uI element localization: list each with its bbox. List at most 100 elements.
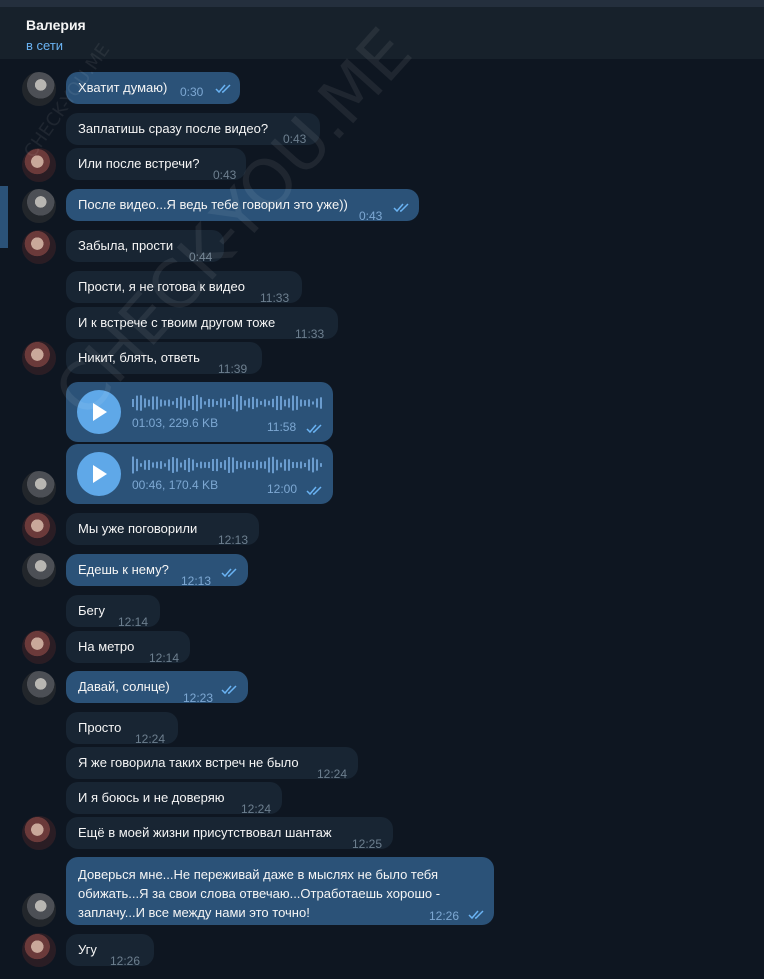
avatar[interactable] <box>22 72 56 106</box>
message-time: 11:58 <box>267 420 297 434</box>
waveform-bar <box>288 398 290 408</box>
message-bubble[interactable]: И к встрече с твоим другом тоже 11:33 <box>66 307 338 341</box>
message-bubble[interactable]: Хватит думаю) 0:30 <box>66 72 240 104</box>
double-check-icon <box>468 910 484 920</box>
waveform-bar <box>220 462 222 468</box>
message-bubble[interactable]: И я боюсь и не доверяю 12:24 <box>66 782 282 816</box>
waveform-bar <box>232 396 234 410</box>
avatar[interactable] <box>22 893 56 927</box>
message-bubble[interactable]: Давай, солнце) 12:23 <box>66 671 248 705</box>
message-bubble[interactable]: Доверься мне...Не переживай даже в мысля… <box>66 857 494 925</box>
waveform-bar <box>180 462 182 468</box>
waveform-bar <box>180 396 182 410</box>
message-time: 11:33 <box>295 327 325 341</box>
waveform-bar <box>248 462 250 468</box>
waveform-bar <box>192 459 194 471</box>
chat-header[interactable]: Валерия в сети <box>0 7 764 59</box>
voice-message[interactable]: 01:03, 229.6 KB 11:58 <box>66 382 333 442</box>
play-button[interactable] <box>77 452 121 496</box>
waveform-bar <box>296 462 298 468</box>
message-text: Никит, блять, ответь <box>78 350 200 365</box>
message-text: Бегу <box>78 603 106 618</box>
waveform-bar <box>148 399 150 407</box>
waveform-bar <box>148 459 150 471</box>
message-bubble[interactable]: Едешь к нему? 12:13 <box>66 554 248 588</box>
message-text: Угу <box>78 942 97 957</box>
message-bubble[interactable]: На метро 12:14 <box>66 631 190 665</box>
window-top-strip <box>0 0 764 7</box>
message-bubble[interactable]: Бегу 12:14 <box>66 595 160 629</box>
waveform-bar <box>256 460 258 470</box>
waveform-bar <box>268 457 270 473</box>
message-text: Хватит думаю) <box>78 80 168 95</box>
message-time: 12:24 <box>317 767 348 781</box>
message-bubble[interactable]: Я же говорила таких встреч не было 12:24 <box>66 747 358 781</box>
message-text-line: обижать...Я за свои слова отвечаю...Отра… <box>78 886 441 901</box>
waveform-bar <box>256 398 258 408</box>
waveform-bar <box>232 457 234 473</box>
contact-name[interactable]: Валерия <box>26 17 86 33</box>
waveform-bar <box>236 394 238 412</box>
waveform-bar <box>160 461 162 469</box>
message-bubble[interactable]: Прости, я не готова к видео 11:33 <box>66 271 302 305</box>
waveform-bar <box>240 462 242 468</box>
avatar[interactable] <box>22 341 56 375</box>
message-bubble[interactable]: После видео...Я ведь тебе говорил это уж… <box>66 189 419 223</box>
waveform-bar <box>204 401 206 405</box>
message-time: 0:30 <box>180 85 204 99</box>
avatar[interactable] <box>22 512 56 546</box>
avatar[interactable] <box>22 816 56 850</box>
message-time: 0:43 <box>213 168 237 182</box>
avatar[interactable] <box>22 471 56 505</box>
avatar[interactable] <box>22 630 56 664</box>
avatar[interactable] <box>22 148 56 182</box>
waveform-bar <box>200 461 202 469</box>
waveform-bar <box>300 399 302 407</box>
waveform-bar <box>192 396 194 410</box>
avatar[interactable] <box>22 189 56 223</box>
waveform-bar <box>264 461 266 469</box>
double-check-icon <box>221 568 237 578</box>
message-time: 0:44 <box>189 250 213 264</box>
waveform-bar <box>264 399 266 407</box>
waveform-bar <box>224 398 226 408</box>
waveform-bar <box>280 462 282 468</box>
message-text: На метро <box>78 639 135 654</box>
message-bubble[interactable]: Просто 12:24 <box>66 712 178 746</box>
message-text: Я же говорила таких встреч не было <box>78 755 299 770</box>
avatar[interactable] <box>22 933 56 967</box>
waveform[interactable] <box>132 454 322 476</box>
message-bubble[interactable]: Заплатишь сразу после видео? 0:43 <box>66 113 320 146</box>
message-text: И я боюсь и не доверяю <box>78 790 225 805</box>
waveform-bar <box>204 462 206 468</box>
message-bubble[interactable]: Угу 12:26 <box>66 934 154 968</box>
message-bubble[interactable]: Или после встречи? 0:43 <box>66 148 246 182</box>
waveform-bar <box>212 459 214 471</box>
waveform-bar <box>216 401 218 405</box>
waveform-bar <box>276 459 278 471</box>
waveform-bar <box>320 397 322 409</box>
message-bubble[interactable]: Никит, блять, ответь 11:39 <box>66 342 262 376</box>
waveform-bar <box>140 463 142 467</box>
avatar[interactable] <box>22 671 56 705</box>
message-bubble[interactable]: Забыла, прости 0:44 <box>66 230 224 264</box>
waveform-bar <box>144 398 146 408</box>
waveform-bar <box>308 459 310 471</box>
play-button[interactable] <box>77 390 121 434</box>
waveform-bar <box>156 396 158 410</box>
message-bubble[interactable]: Мы уже поговорили 12:13 <box>66 513 259 547</box>
message-text-line: заплачу...И все между нами это точно! <box>78 905 310 920</box>
voice-message[interactable]: 00:46, 170.4 KB 12:00 <box>66 444 333 504</box>
waveform-bar <box>228 457 230 473</box>
voice-duration-size: 01:03, 229.6 KB <box>132 416 219 430</box>
waveform-bar <box>244 400 246 406</box>
avatar[interactable] <box>22 553 56 587</box>
waveform-bar <box>276 395 278 411</box>
message-bubble[interactable]: Ещё в моей жизни присутствовал шантаж 12… <box>66 817 393 851</box>
avatar[interactable] <box>22 230 56 264</box>
waveform-bar <box>248 398 250 408</box>
waveform-bar <box>136 395 138 411</box>
online-status: в сети <box>26 38 64 53</box>
waveform[interactable] <box>132 392 322 414</box>
waveform-bar <box>220 398 222 408</box>
